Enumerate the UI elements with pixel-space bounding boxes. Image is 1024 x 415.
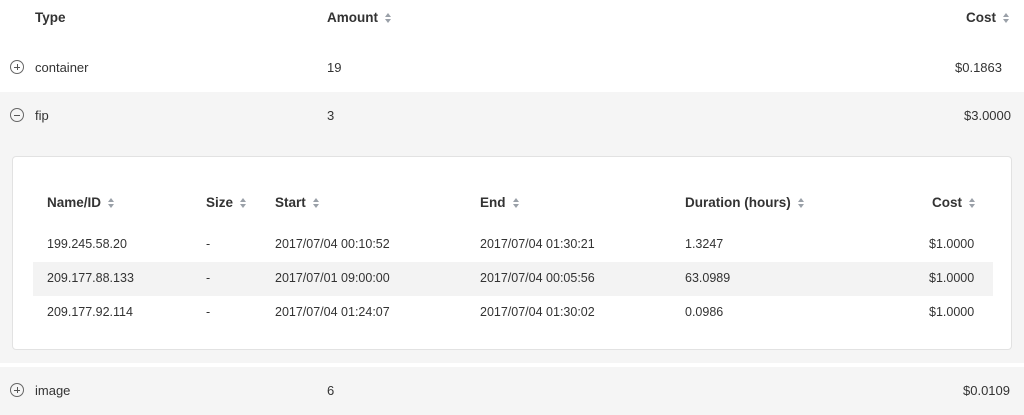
detail-column-label-cost: Cost — [932, 195, 962, 210]
column-label-amount: Amount — [327, 10, 378, 25]
table-header: Type Amount Cost — [0, 0, 1024, 44]
detail-column-header-cost[interactable]: Cost — [932, 195, 976, 210]
row-type: container — [35, 60, 89, 75]
detail-column-label-duration: Duration (hours) — [685, 195, 791, 210]
detail-duration: 63.0989 — [685, 271, 731, 285]
detail-column-label-end: End — [480, 195, 506, 210]
row-amount: 6 — [327, 383, 335, 398]
sort-icon[interactable] — [512, 197, 520, 209]
table-row[interactable]: image 6 $0.0109 — [0, 367, 1024, 415]
detail-column-header-start[interactable]: Start — [275, 195, 320, 210]
detail-column-header-size[interactable]: Size — [206, 195, 247, 210]
sort-icon[interactable] — [384, 12, 392, 24]
detail-end: 2017/07/04 01:30:21 — [480, 237, 595, 251]
sort-icon[interactable] — [797, 197, 805, 209]
row-type: image — [35, 383, 71, 398]
detail-start: 2017/07/04 00:10:52 — [275, 237, 390, 251]
detail-table-row: 209.177.88.133 - 2017/07/01 09:00:00 201… — [33, 262, 993, 296]
detail-column-header-end[interactable]: End — [480, 195, 520, 210]
detail-name: 199.245.58.20 — [47, 237, 127, 251]
column-label-type: Type — [35, 10, 66, 25]
detail-size: - — [206, 305, 211, 319]
detail-cost: $1.0000 — [929, 271, 975, 285]
detail-cost: $1.0000 — [929, 237, 975, 251]
detail-table-row: 209.177.92.114 - 2017/07/04 01:24:07 201… — [33, 296, 993, 330]
detail-table: Name/ID Size Start End Duration (hours) … — [12, 156, 1012, 350]
sort-icon[interactable] — [1002, 12, 1010, 24]
detail-column-label-size: Size — [206, 195, 234, 210]
column-header-type[interactable]: Type — [35, 10, 66, 25]
table-row[interactable]: container 19 $0.1863 — [0, 44, 1024, 92]
row-type: fip — [35, 108, 49, 123]
detail-column-label-start: Start — [275, 195, 306, 210]
sort-icon[interactable] — [968, 197, 976, 209]
detail-size: - — [206, 237, 211, 251]
detail-name: 209.177.88.133 — [47, 271, 134, 285]
row-amount: 3 — [327, 108, 335, 123]
detail-column-header-duration[interactable]: Duration (hours) — [685, 195, 805, 210]
detail-cost: $1.0000 — [929, 305, 975, 319]
column-header-amount[interactable]: Amount — [327, 10, 392, 25]
table-row[interactable]: fip 3 $3.0000 — [0, 92, 1024, 140]
detail-name: 209.177.92.114 — [47, 305, 133, 319]
minus-circle-icon[interactable] — [10, 108, 24, 122]
detail-column-label-name: Name/ID — [47, 195, 102, 210]
row-amount: 19 — [327, 60, 342, 75]
detail-end: 2017/07/04 00:05:56 — [480, 271, 595, 285]
column-header-cost[interactable]: Cost — [966, 10, 1010, 25]
detail-table-row: 199.245.58.20 - 2017/07/04 00:10:52 2017… — [33, 228, 993, 262]
detail-duration: 0.0986 — [685, 305, 724, 319]
detail-duration: 1.3247 — [685, 237, 724, 251]
detail-table-header: Name/ID Size Start End Duration (hours) … — [13, 195, 1013, 217]
plus-circle-icon[interactable] — [10, 60, 24, 74]
sort-icon[interactable] — [107, 197, 115, 209]
expanded-row-detail: Name/ID Size Start End Duration (hours) … — [0, 140, 1024, 363]
sort-icon[interactable] — [239, 197, 247, 209]
column-label-cost: Cost — [966, 10, 996, 25]
detail-start: 2017/07/01 09:00:00 — [275, 271, 390, 285]
sort-icon[interactable] — [312, 197, 320, 209]
detail-start: 2017/07/04 01:24:07 — [275, 305, 390, 319]
row-cost: $3.0000 — [964, 108, 1011, 123]
row-cost: $0.0109 — [963, 383, 1010, 398]
row-cost: $0.1863 — [955, 60, 1002, 75]
detail-end: 2017/07/04 01:30:02 — [480, 305, 595, 319]
detail-column-header-name[interactable]: Name/ID — [47, 195, 115, 210]
plus-circle-icon[interactable] — [10, 383, 24, 397]
detail-size: - — [206, 271, 211, 285]
